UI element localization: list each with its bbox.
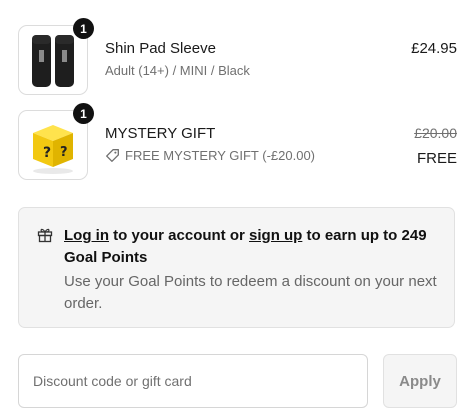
product-name: MYSTERY GIFT [105,125,216,142]
apply-button[interactable]: Apply [383,354,457,408]
line-item: ? ? 1 MYSTERY GIFT FREE MYSTERY GIFT (-£… [18,103,457,180]
goal-points-banner: Log in to your account or sign up to ear… [18,207,455,328]
discount-code-input[interactable] [18,354,368,408]
original-price: £20.00 [414,125,457,141]
quantity-badge: 1 [73,103,94,124]
login-link[interactable]: Log in [64,227,109,244]
discount-allocation: FREE MYSTERY GIFT (-£20.00) [105,148,315,163]
product-price: £24.95 [411,40,457,57]
product-name: Shin Pad Sleeve [105,40,216,57]
points-message: Log in to your account or sign up to ear… [64,227,427,266]
line-item: 1 Shin Pad Sleeve Adult (14+) / MINI / B… [18,18,457,95]
signup-link[interactable]: sign up [249,227,302,244]
gift-icon [37,228,53,243]
tag-icon [106,149,119,162]
quantity-badge: 1 [73,18,94,39]
points-subtext: Use your Goal Points to redeem a discoun… [64,273,437,312]
product-price: FREE [416,150,457,167]
svg-text:?: ? [60,145,68,160]
svg-text:?: ? [43,145,51,161]
discount-label: FREE MYSTERY GIFT (-£20.00) [125,148,315,163]
product-variant: Adult (14+) / MINI / Black [105,63,250,78]
